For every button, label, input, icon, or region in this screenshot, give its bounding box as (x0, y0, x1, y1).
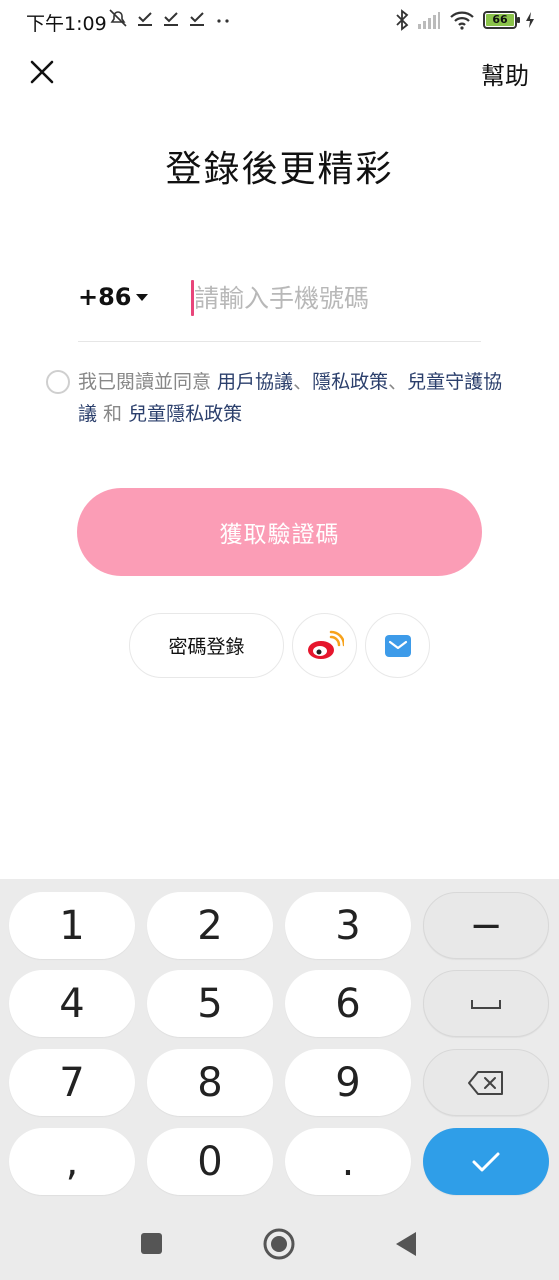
charging-icon (526, 12, 534, 28)
check-icon (190, 12, 204, 26)
child-privacy-link[interactable]: 兒童隱私政策 (128, 403, 242, 425)
key-9[interactable]: 9 (285, 1049, 411, 1116)
privacy-policy-link[interactable]: 隱私政策 (312, 371, 388, 393)
mail-icon (384, 634, 411, 657)
key-0[interactable]: 0 (147, 1128, 273, 1195)
phone-number-input[interactable] (194, 278, 474, 318)
key-2[interactable]: 2 (147, 892, 273, 959)
key-4[interactable]: 4 (9, 970, 135, 1037)
mute-icon (109, 9, 127, 27)
key-7[interactable]: 7 (9, 1049, 135, 1116)
password-login-button[interactable]: 密碼登錄 (129, 613, 284, 678)
key-backspace[interactable] (423, 1049, 549, 1116)
bluetooth-icon (396, 9, 409, 31)
key-done[interactable] (423, 1128, 549, 1195)
key-space[interactable] (423, 970, 549, 1037)
agreement-text: 我已閱讀並同意 用戶協議、隱私政策、兒童守護協議 和 兒童隱私政策 (78, 366, 518, 430)
agreement-separator: 、 (293, 371, 313, 393)
wifi-icon (450, 11, 474, 30)
agreement-checkbox[interactable] (46, 370, 70, 394)
status-icons-left (108, 8, 232, 28)
key-6[interactable]: 6 (285, 970, 411, 1037)
close-button[interactable] (24, 54, 60, 90)
space-icon (471, 999, 501, 1009)
system-nav-bar (0, 1205, 559, 1280)
email-login-button[interactable] (365, 613, 430, 678)
status-icons-right: 66 (395, 9, 535, 31)
chevron-down-icon[interactable] (136, 294, 148, 301)
help-button[interactable]: 幫助 (481, 56, 529, 91)
country-code-selector[interactable]: +86 (78, 283, 132, 311)
battery-icon: 66 (483, 11, 520, 29)
backspace-icon (468, 1070, 503, 1095)
battery-level: 66 (486, 14, 514, 26)
checkmark-icon (472, 1152, 500, 1171)
key-minus[interactable]: − (423, 892, 549, 959)
key-5[interactable]: 5 (147, 970, 273, 1037)
weibo-login-button[interactable] (292, 613, 357, 678)
weibo-icon (307, 630, 344, 659)
key-period[interactable]: . (285, 1128, 411, 1195)
key-comma[interactable]: , (9, 1128, 135, 1195)
key-1[interactable]: 1 (9, 892, 135, 959)
check-icon (138, 12, 152, 26)
status-time: 下午1:09 (26, 13, 107, 35)
key-3[interactable]: 3 (285, 892, 411, 959)
agreement-prefix: 我已閱讀並同意 (78, 371, 218, 393)
page-title: 登錄後更精彩 (165, 149, 394, 190)
recents-icon[interactable] (140, 1232, 163, 1255)
get-verification-code-button[interactable]: 獲取驗證碼 (77, 488, 482, 576)
user-agreement-link[interactable]: 用戶協議 (217, 371, 293, 393)
more-dots-icon (217, 19, 229, 23)
signal-icon (418, 12, 440, 29)
home-icon[interactable] (263, 1228, 295, 1260)
agreement-separator: 、 (388, 371, 408, 393)
key-8[interactable]: 8 (147, 1049, 273, 1116)
check-icon (164, 12, 178, 26)
status-bar: 下午1:09 66 (0, 0, 559, 42)
phone-input-row: +86 (78, 270, 481, 342)
close-icon (30, 60, 54, 84)
agreement-conjunction: 和 (97, 403, 129, 425)
back-icon[interactable] (394, 1231, 418, 1257)
